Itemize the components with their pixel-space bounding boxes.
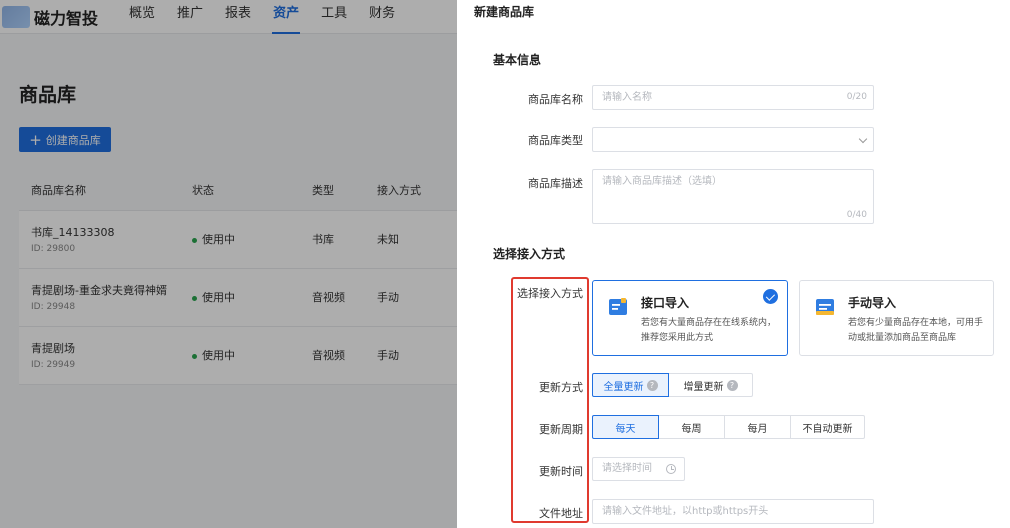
basic-info-section-title: 基本信息 bbox=[493, 53, 542, 67]
update-mode-full[interactable]: 全量更新? bbox=[592, 373, 669, 397]
clock-icon bbox=[666, 464, 676, 474]
cycle-none[interactable]: 不自动更新 bbox=[790, 415, 865, 439]
check-icon bbox=[763, 289, 778, 304]
time-placeholder: 请选择时间 bbox=[602, 463, 652, 474]
cycle-daily[interactable]: 每天 bbox=[592, 415, 659, 439]
manual-import-card[interactable]: 手动导入 若您有少量商品存在本地，可用手动或批量添加商品至商品库 bbox=[799, 280, 994, 356]
update-mode-full-label: 全量更新 bbox=[603, 381, 644, 393]
desc-placeholder: 请输入商品库描述（选填） bbox=[602, 176, 722, 187]
api-import-desc: 若您有大量商品存在在线系统内，推荐您采用此方式 bbox=[641, 318, 777, 343]
name-input[interactable]: 请输入名称 0/20 bbox=[592, 85, 874, 110]
cycle-weekly[interactable]: 每周 bbox=[658, 415, 725, 439]
name-label: 商品库名称 bbox=[528, 93, 583, 106]
manual-import-title: 手动导入 bbox=[848, 296, 897, 310]
create-library-drawer: 新建商品库 基本信息 商品库名称 请输入名称 0/20 商品库类型 商品库描述 … bbox=[457, 0, 1010, 528]
desc-counter: 0/40 bbox=[846, 210, 867, 220]
type-label: 商品库类型 bbox=[528, 134, 583, 147]
desc-label: 商品库描述 bbox=[528, 177, 583, 190]
desc-textarea[interactable]: 请输入商品库描述（选填） 0/40 bbox=[592, 169, 874, 224]
api-import-icon bbox=[609, 298, 627, 315]
name-counter: 0/20 bbox=[846, 92, 867, 102]
api-import-card[interactable]: 接口导入 若您有大量商品存在在线系统内，推荐您采用此方式 bbox=[592, 280, 788, 356]
time-picker[interactable]: 请选择时间 bbox=[592, 457, 685, 481]
file-url-placeholder: 请输入文件地址，以http或https开头 bbox=[602, 506, 769, 517]
chevron-down-icon bbox=[858, 134, 868, 144]
cycle-monthly[interactable]: 每月 bbox=[724, 415, 791, 439]
drawer-title: 新建商品库 bbox=[474, 5, 535, 19]
highlight-box bbox=[511, 277, 589, 523]
api-import-title: 接口导入 bbox=[641, 296, 690, 310]
help-icon[interactable]: ? bbox=[726, 379, 738, 391]
update-mode-incremental-label: 增量更新 bbox=[683, 381, 724, 393]
update-mode-incremental[interactable]: 增量更新? bbox=[668, 373, 753, 397]
name-placeholder: 请输入名称 bbox=[602, 92, 652, 103]
manual-import-icon bbox=[816, 299, 834, 315]
type-select[interactable] bbox=[592, 127, 874, 152]
update-mode-group: 全量更新? 增量更新? bbox=[592, 373, 753, 397]
file-url-input[interactable]: 请输入文件地址，以http或https开头 bbox=[592, 499, 874, 524]
help-icon[interactable]: ? bbox=[646, 379, 658, 391]
access-section-title: 选择接入方式 bbox=[493, 247, 566, 261]
cycle-group: 每天 每周 每月 不自动更新 bbox=[592, 415, 865, 439]
manual-import-desc: 若您有少量商品存在本地，可用手动或批量添加商品至商品库 bbox=[848, 318, 984, 343]
